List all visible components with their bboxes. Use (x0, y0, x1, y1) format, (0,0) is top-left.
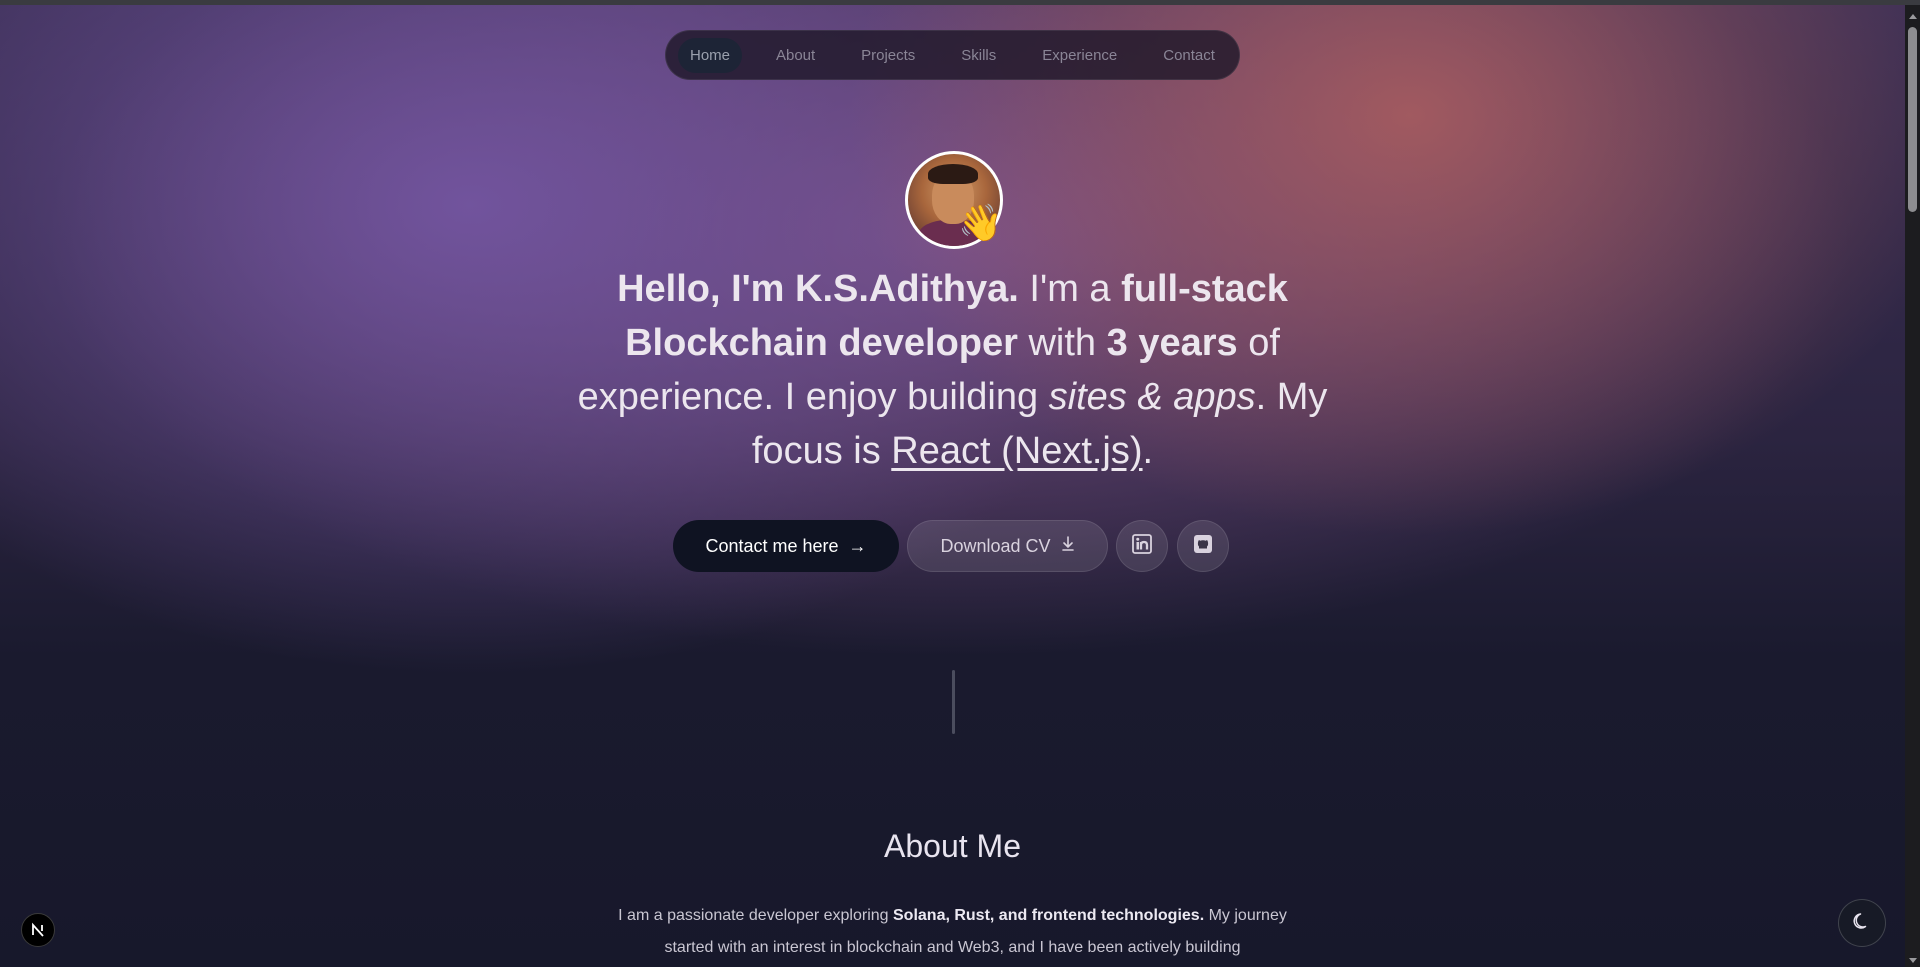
nav-contact[interactable]: Contact (1151, 38, 1227, 73)
waving-hand-icon: 👋 (958, 202, 1003, 243)
nextjs-badge[interactable] (21, 913, 55, 947)
hero-im-a: I'm a (1018, 268, 1122, 310)
linkedin-icon (1132, 533, 1152, 559)
about-paragraph: I am a passionate developer exploring So… (595, 900, 1310, 964)
contact-button[interactable]: Contact me here → (673, 520, 899, 572)
github-button[interactable] (1177, 520, 1229, 572)
linkedin-button[interactable] (1116, 520, 1168, 572)
hero-background (0, 5, 1905, 967)
hero-greeting: Hello, I'm K.S.Adithya. (617, 268, 1019, 310)
hero-with: with (1017, 322, 1107, 364)
nextjs-logo-icon (32, 922, 44, 937)
about-title: About Me (884, 828, 1021, 864)
download-cv-label: Download CV (940, 535, 1051, 556)
nav-projects[interactable]: Projects (849, 38, 927, 73)
hero-years: 3 years (1106, 322, 1238, 364)
about-text-1: I am a passionate developer exploring (618, 907, 893, 924)
nav-about[interactable]: About (764, 38, 827, 73)
contact-button-label: Contact me here (705, 535, 839, 556)
moon-icon (1852, 911, 1872, 936)
nav-experience[interactable]: Experience (1030, 38, 1129, 73)
arrow-right-icon: → (848, 535, 867, 556)
scroll-down-arrow-icon[interactable] (1909, 958, 1917, 963)
download-icon (1061, 535, 1075, 557)
nav-skills[interactable]: Skills (949, 38, 1008, 73)
avatar-hair (928, 164, 978, 184)
hero-intro: Hello, I'm K.S.Adithya. I'm a full-stack… (560, 262, 1345, 478)
github-icon (1193, 534, 1213, 559)
page-scrollbar[interactable] (1905, 5, 1920, 967)
hero-focus: React (Next.js) (891, 430, 1143, 472)
section-divider (952, 670, 955, 734)
download-cv-button[interactable]: Download CV (907, 520, 1108, 572)
nav-home[interactable]: Home (678, 37, 743, 73)
scrollbar-thumb[interactable] (1908, 27, 1917, 212)
hero-period: . (1142, 430, 1154, 472)
main-nav: Home About Projects Skills Experience Co… (665, 30, 1240, 80)
theme-toggle-button[interactable] (1838, 899, 1886, 947)
about-text-bold: Solana, Rust, and frontend technologies. (893, 907, 1205, 924)
scroll-up-arrow-icon[interactable] (1909, 14, 1917, 19)
hero-sites-apps: sites & apps (1048, 376, 1256, 418)
